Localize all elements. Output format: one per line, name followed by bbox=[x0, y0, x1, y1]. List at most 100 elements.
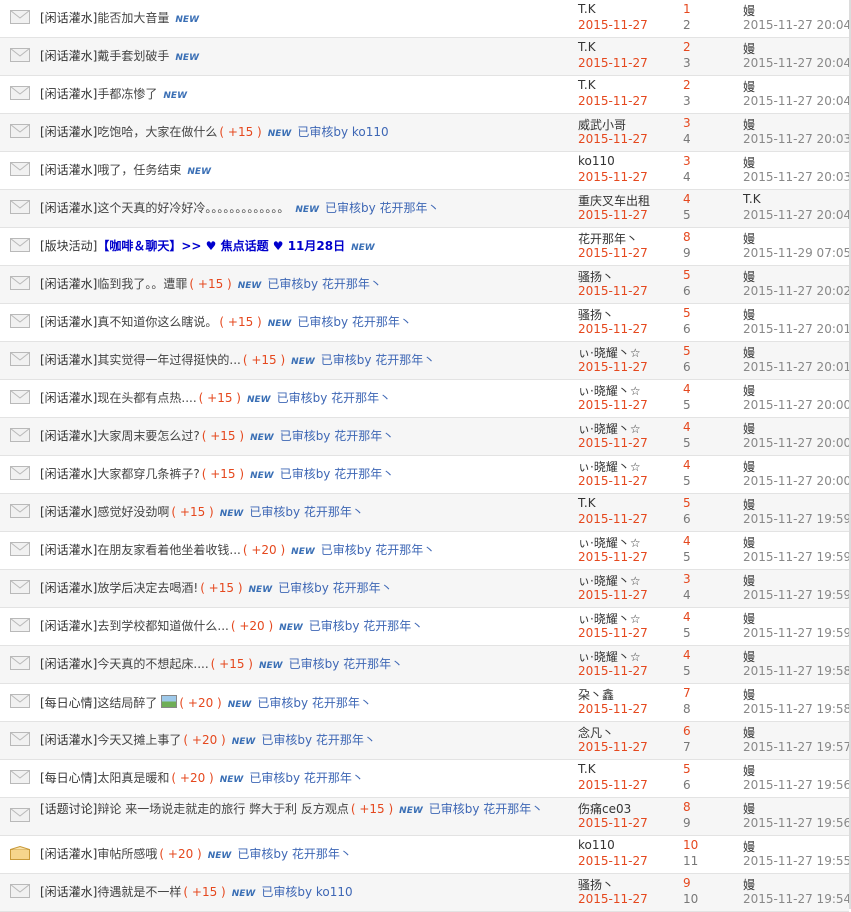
last-reply-time[interactable]: 2015-11-27 19:59 bbox=[743, 588, 851, 602]
last-reply-author[interactable]: 嫚 bbox=[743, 648, 755, 665]
last-reply-author[interactable]: 嫚 bbox=[743, 306, 755, 323]
thread-title[interactable]: 太阳真是暖和 bbox=[97, 771, 169, 785]
thread-title[interactable]: 这结局醉了 bbox=[97, 696, 157, 710]
last-reply-author[interactable]: 嫚 bbox=[743, 838, 755, 855]
envelope-icon[interactable] bbox=[10, 162, 30, 176]
last-reply-time[interactable]: 2015-11-27 19:54 bbox=[743, 892, 851, 906]
thread-author[interactable]: T.K bbox=[578, 40, 596, 54]
envelope-icon[interactable] bbox=[10, 238, 30, 252]
last-reply-author[interactable]: 嫚 bbox=[743, 496, 755, 513]
thread-title[interactable]: 戴手套划破手 bbox=[97, 49, 169, 63]
audit-note[interactable]: 已审核by 花开那年丶 bbox=[289, 657, 404, 671]
reply-count[interactable]: 4 bbox=[683, 192, 691, 206]
last-reply-time[interactable]: 2015-11-27 20:04 bbox=[743, 56, 851, 70]
reply-count[interactable]: 7 bbox=[683, 686, 691, 700]
thread-title[interactable]: 辩论 来一场说走就走的旅行 弊大于利 反方观点 bbox=[97, 802, 348, 816]
audit-note[interactable]: 已审核by 花开那年丶 bbox=[325, 201, 440, 215]
audit-note[interactable]: 已审核by 花开那年丶 bbox=[249, 771, 364, 785]
last-reply-author[interactable]: 嫚 bbox=[743, 40, 755, 57]
reply-count[interactable]: 5 bbox=[683, 762, 691, 776]
last-reply-time[interactable]: 2015-11-27 19:59 bbox=[743, 512, 851, 526]
thread-author[interactable]: ぃ·晓耀丶☆ bbox=[578, 648, 641, 665]
last-reply-time[interactable]: 2015-11-27 19:55 bbox=[743, 854, 851, 868]
last-reply-author[interactable]: 嫚 bbox=[743, 458, 755, 475]
thread-category[interactable]: [闲话灌水] bbox=[40, 619, 97, 633]
last-reply-author[interactable]: 嫚 bbox=[743, 154, 755, 171]
thread-category[interactable]: [闲话灌水] bbox=[40, 201, 97, 215]
thread-title[interactable]: 真不知道你这么瞎说。 bbox=[97, 315, 217, 329]
thread-title[interactable]: 感觉好没劲啊 bbox=[97, 505, 169, 519]
reply-count[interactable]: 4 bbox=[683, 382, 691, 396]
thread-author[interactable]: ko110 bbox=[578, 154, 615, 168]
envelope-icon[interactable] bbox=[10, 770, 30, 784]
thread-title[interactable]: 大家都穿几条裤子? bbox=[97, 467, 199, 481]
last-reply-author[interactable]: 嫚 bbox=[743, 610, 755, 627]
thread-title[interactable]: 吃饱哈，大家在做什么 bbox=[97, 125, 217, 139]
last-reply-author[interactable]: 嫚 bbox=[743, 268, 755, 285]
reply-count[interactable]: 3 bbox=[683, 154, 691, 168]
last-reply-time[interactable]: 2015-11-27 20:02 bbox=[743, 284, 851, 298]
audit-note[interactable]: 已审核by ko110 bbox=[261, 885, 352, 899]
reply-count[interactable]: 9 bbox=[683, 876, 691, 890]
thread-category[interactable]: [闲话灌水] bbox=[40, 467, 97, 481]
thread-title[interactable]: 去到学校都知道做什么... bbox=[97, 619, 228, 633]
reply-count[interactable]: 4 bbox=[683, 648, 691, 662]
reply-count[interactable]: 3 bbox=[683, 572, 691, 586]
reply-count[interactable]: 10 bbox=[683, 838, 698, 852]
thread-category[interactable]: [闲话灌水] bbox=[40, 87, 97, 101]
envelope-icon[interactable] bbox=[10, 656, 30, 670]
last-reply-time[interactable]: 2015-11-27 20:03 bbox=[743, 170, 851, 184]
envelope-icon[interactable] bbox=[10, 390, 30, 404]
thread-author[interactable]: T.K bbox=[578, 2, 596, 16]
reply-count[interactable]: 5 bbox=[683, 268, 691, 282]
thread-title[interactable]: 【咖啡＆聊天】>> ♥ 焦点话题 ♥ 11月28日 bbox=[97, 239, 345, 253]
envelope-icon[interactable] bbox=[10, 276, 30, 290]
audit-note[interactable]: 已审核by 花开那年丶 bbox=[267, 277, 382, 291]
thread-category[interactable]: [闲话灌水] bbox=[40, 391, 97, 405]
envelope-icon[interactable] bbox=[10, 124, 30, 138]
last-reply-time[interactable]: 2015-11-27 19:57 bbox=[743, 740, 851, 754]
reply-count[interactable]: 5 bbox=[683, 344, 691, 358]
audit-note[interactable]: 已审核by 花开那年丶 bbox=[237, 847, 352, 861]
thread-title[interactable]: 大家周末要怎么过? bbox=[97, 429, 199, 443]
last-reply-time[interactable]: 2015-11-27 20:01 bbox=[743, 322, 851, 336]
thread-category[interactable]: [闲话灌水] bbox=[40, 429, 97, 443]
thread-author[interactable]: T.K bbox=[578, 78, 596, 92]
last-reply-author[interactable]: 嫚 bbox=[743, 762, 755, 779]
audit-note[interactable]: 已审核by 花开那年丶 bbox=[309, 619, 424, 633]
last-reply-time[interactable]: 2015-11-27 19:58 bbox=[743, 702, 851, 716]
reply-count[interactable]: 2 bbox=[683, 78, 691, 92]
thread-title[interactable]: 放学后决定去喝酒! bbox=[97, 581, 198, 595]
thread-category[interactable]: [闲话灌水] bbox=[40, 163, 97, 177]
last-reply-author[interactable]: 嫚 bbox=[743, 116, 755, 133]
last-reply-author[interactable]: 嫚 bbox=[743, 686, 755, 703]
reply-count[interactable]: 4 bbox=[683, 458, 691, 472]
thread-category[interactable]: [每日心情] bbox=[40, 771, 97, 785]
thread-author[interactable]: T.K bbox=[578, 496, 596, 510]
envelope-icon[interactable] bbox=[10, 200, 30, 214]
thread-category[interactable]: [话题讨论] bbox=[40, 802, 97, 816]
envelope-icon[interactable] bbox=[10, 10, 30, 24]
thread-title[interactable]: 今天又摊上事了 bbox=[97, 733, 181, 747]
thread-title[interactable]: 手都冻惨了 bbox=[97, 87, 157, 101]
thread-category[interactable]: [版块活动] bbox=[40, 239, 97, 253]
reply-count[interactable]: 6 bbox=[683, 724, 691, 738]
thread-title[interactable]: 哦了，任务结束 bbox=[97, 163, 181, 177]
reply-count[interactable]: 5 bbox=[683, 306, 691, 320]
thread-category[interactable]: [闲话灌水] bbox=[40, 581, 97, 595]
thread-title[interactable]: 这个天真的好冷好冷。。。。。。。。。。。。。 bbox=[97, 201, 289, 215]
envelope-icon[interactable] bbox=[10, 808, 30, 822]
audit-note[interactable]: 已审核by 花开那年丶 bbox=[278, 581, 393, 595]
thread-title[interactable]: 今天真的不想起床.... bbox=[97, 657, 208, 671]
thread-category[interactable]: [闲话灌水] bbox=[40, 885, 97, 899]
thread-title[interactable]: 在朋友家看着他坐着收钱... bbox=[97, 543, 240, 557]
reply-count[interactable]: 3 bbox=[683, 116, 691, 130]
last-reply-time[interactable]: 2015-11-27 19:56 bbox=[743, 778, 851, 792]
last-reply-author[interactable]: 嫚 bbox=[743, 800, 755, 817]
thread-category[interactable]: [闲话灌水] bbox=[40, 353, 97, 367]
envelope-icon[interactable] bbox=[10, 466, 30, 480]
thread-category[interactable]: [闲话灌水] bbox=[40, 657, 97, 671]
envelope-icon[interactable] bbox=[10, 352, 30, 366]
audit-note[interactable]: 已审核by 花开那年丶 bbox=[280, 467, 395, 481]
thread-title[interactable]: 审帖所感哦 bbox=[97, 847, 157, 861]
